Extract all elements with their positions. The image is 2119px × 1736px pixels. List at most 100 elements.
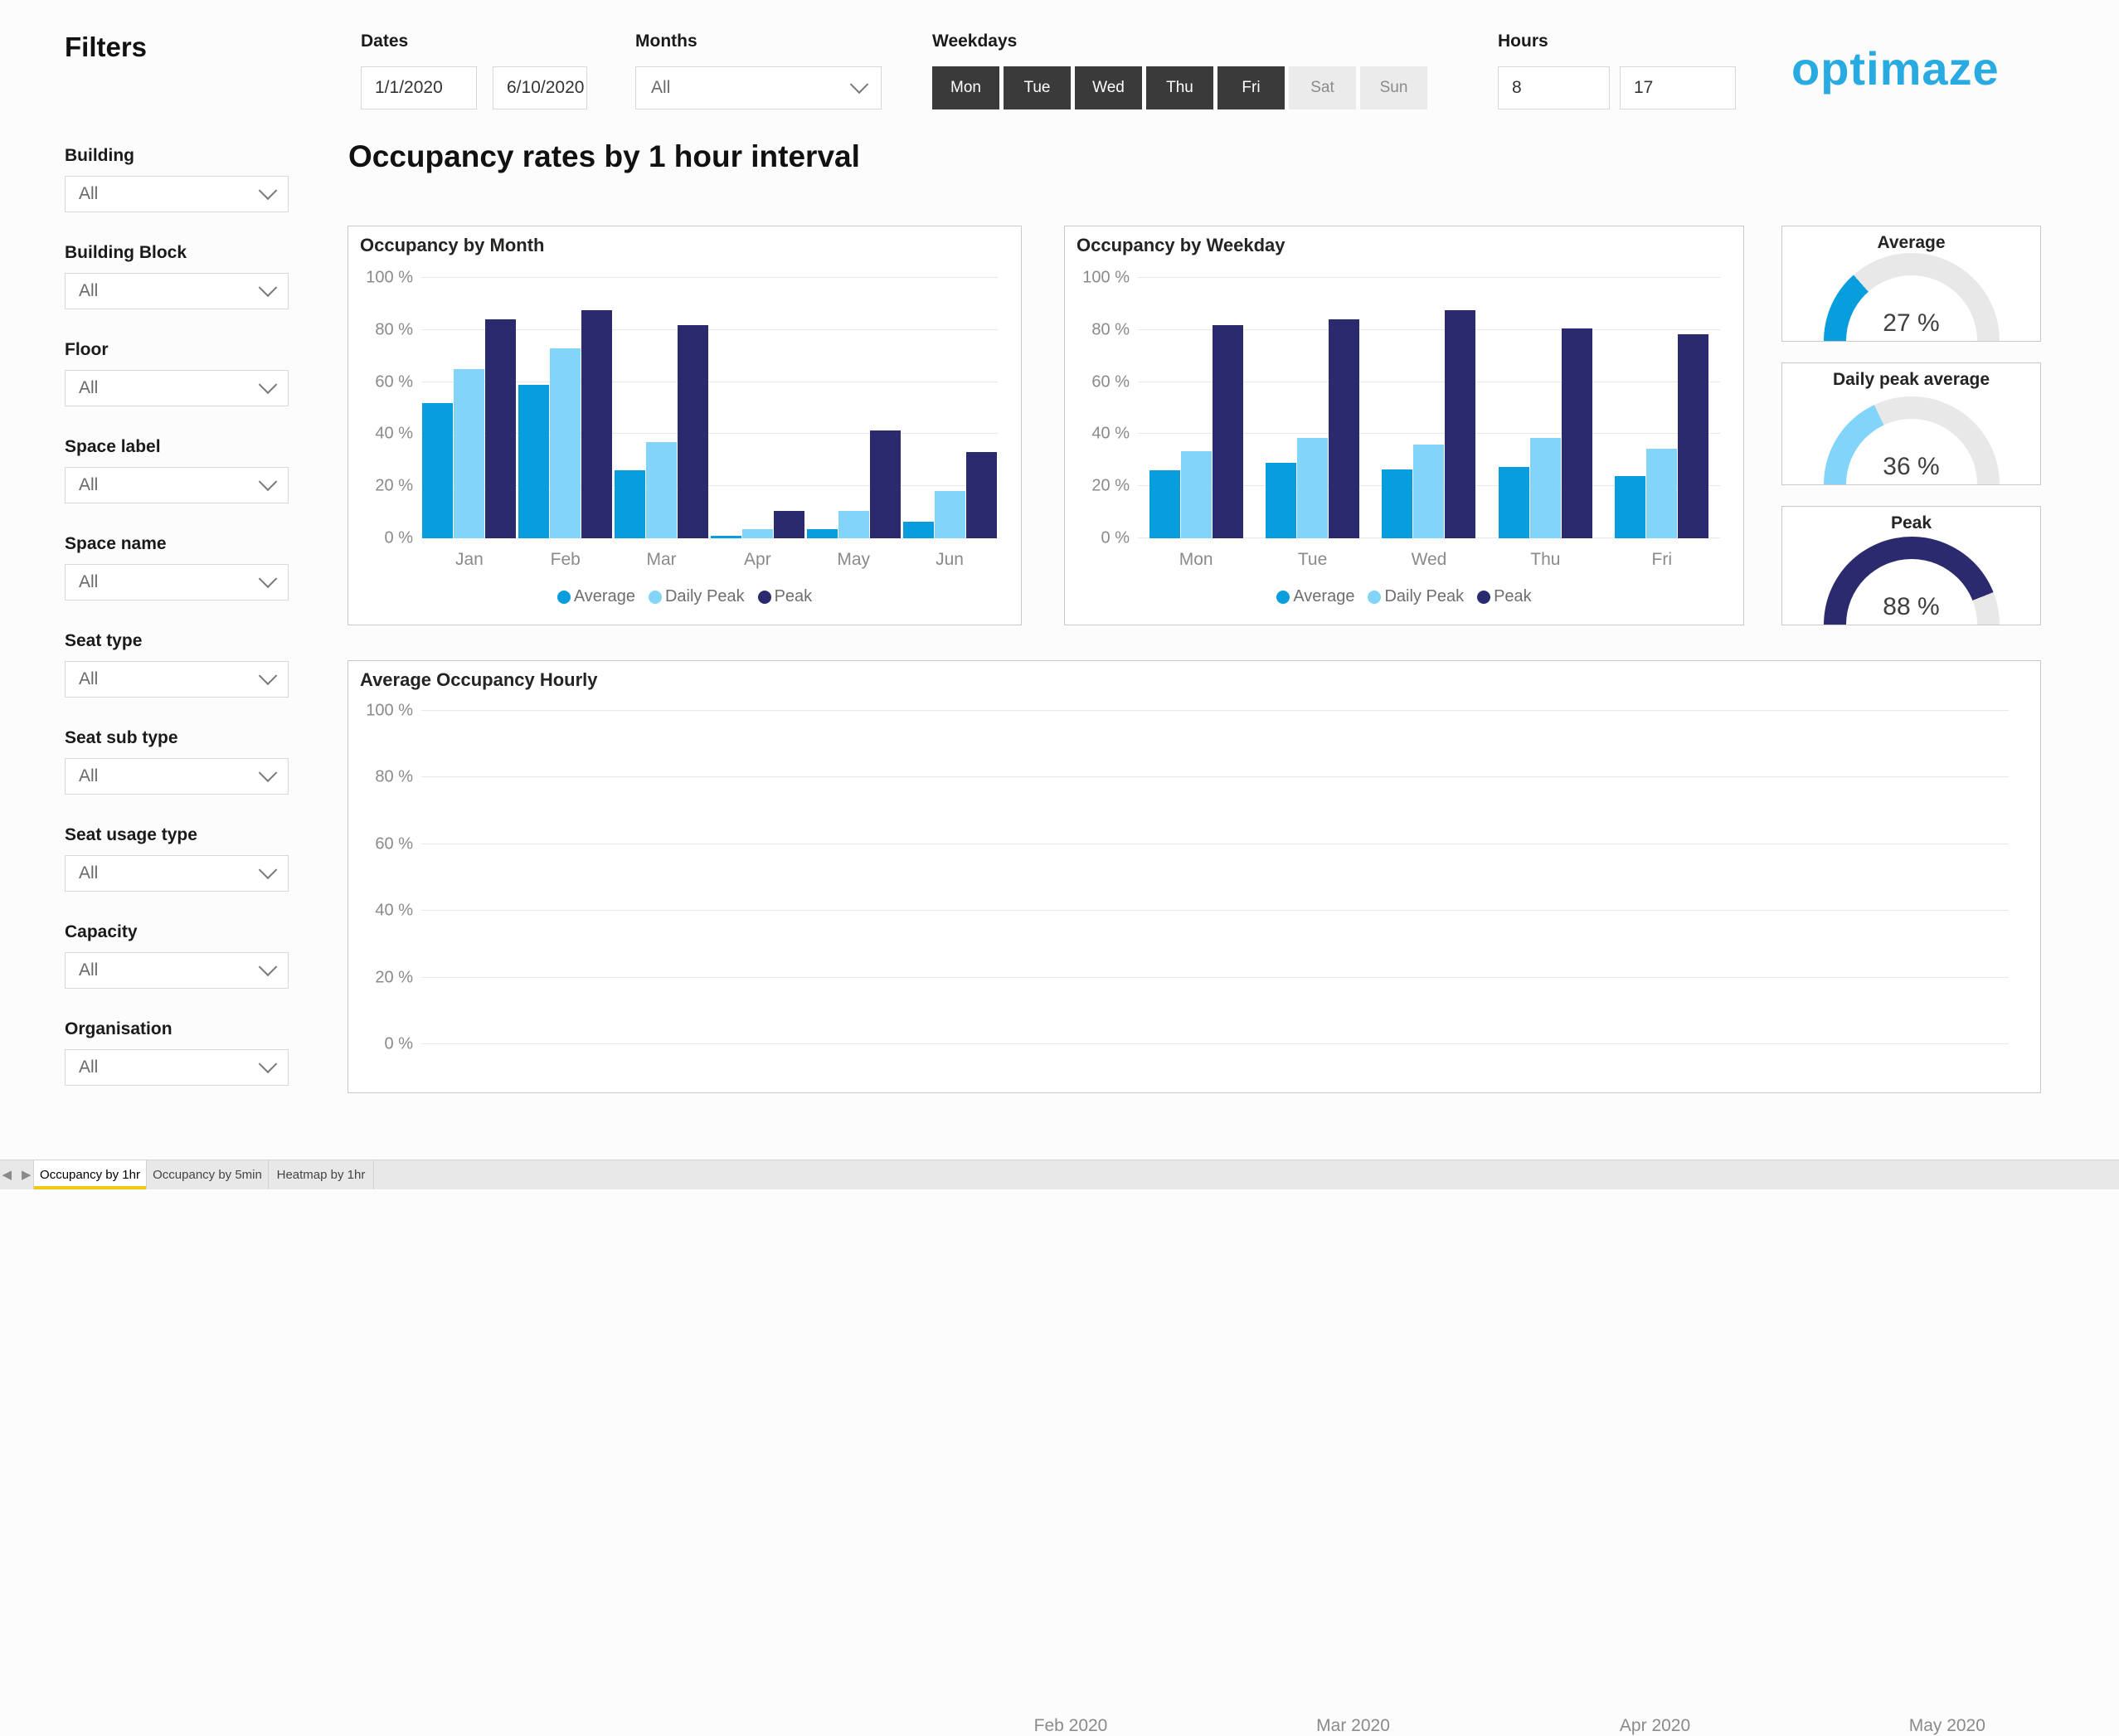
- dropdown-value: All: [79, 863, 98, 883]
- gridline-80: [421, 776, 2009, 777]
- bar-peak-feb[interactable]: [581, 310, 612, 538]
- bar-average-wed[interactable]: [1382, 469, 1412, 538]
- bar-average-thu[interactable]: [1499, 467, 1529, 538]
- bar-daily-peak-may[interactable]: [838, 511, 869, 538]
- filter-dropdown-seat-usage-type[interactable]: All: [65, 855, 289, 892]
- bar-peak-jan[interactable]: [485, 319, 516, 538]
- x-label-wed: Wed: [1383, 550, 1475, 570]
- filter-dropdown-floor[interactable]: All: [65, 370, 289, 406]
- bar-average-feb[interactable]: [518, 385, 549, 538]
- bar-peak-tue[interactable]: [1329, 319, 1359, 538]
- weekday-button-sun[interactable]: Sun: [1360, 66, 1427, 109]
- bar-peak-mon[interactable]: [1213, 325, 1243, 538]
- months-dropdown[interactable]: All: [635, 66, 882, 109]
- chart-title: Average Occupancy Hourly: [360, 669, 598, 691]
- tab-heatmap-by-1hr[interactable]: Heatmap by 1hr: [269, 1160, 374, 1189]
- bar-peak-wed[interactable]: [1445, 310, 1475, 538]
- average-occupancy-hourly-card: Average Occupancy Hourly 100 %80 %60 %40…: [347, 660, 2041, 1093]
- weekday-button-tue[interactable]: Tue: [1004, 66, 1071, 109]
- legend-item-average[interactable]: Average: [557, 587, 635, 606]
- filter-dropdown-building[interactable]: All: [65, 176, 289, 212]
- legend-dot-peak: [1477, 591, 1490, 604]
- filter-dropdown-organisation[interactable]: All: [65, 1049, 289, 1086]
- gauge-value: 88 %: [1782, 593, 2040, 621]
- y-tick-label: 40 %: [355, 425, 413, 444]
- dropdown-value: All: [79, 475, 98, 495]
- chevron-down-icon: [259, 763, 278, 782]
- chevron-down-icon: [259, 1054, 278, 1073]
- filter-dropdown-seat-sub-type[interactable]: All: [65, 758, 289, 795]
- filter-dropdown-capacity[interactable]: All: [65, 952, 289, 989]
- bar-peak-apr[interactable]: [774, 511, 804, 538]
- filter-group-space-label: Space labelAll: [65, 437, 289, 503]
- weekday-button-fri[interactable]: Fri: [1217, 66, 1285, 109]
- bar-average-jun[interactable]: [903, 522, 934, 538]
- legend-dot-daily-peak: [649, 591, 662, 604]
- bar-average-apr[interactable]: [711, 536, 741, 538]
- bar-average-mar[interactable]: [615, 470, 645, 538]
- bar-daily-peak-thu[interactable]: [1530, 438, 1561, 538]
- filter-dropdown-space-label[interactable]: All: [65, 467, 289, 503]
- hour-from-input[interactable]: 8: [1498, 66, 1610, 109]
- filter-label-capacity: Capacity: [65, 922, 289, 944]
- bar-average-mon[interactable]: [1149, 470, 1180, 538]
- bar-daily-peak-wed[interactable]: [1413, 445, 1444, 538]
- weekday-legend: Average Daily Peak Peak: [1065, 587, 1743, 606]
- bar-average-may[interactable]: [807, 529, 838, 538]
- filter-dropdown-space-name[interactable]: All: [65, 564, 289, 601]
- filter-dropdown-seat-type[interactable]: All: [65, 661, 289, 698]
- chevron-down-icon: [259, 860, 278, 879]
- bar-peak-fri[interactable]: [1678, 334, 1708, 538]
- legend-item-daily-peak[interactable]: Daily Peak: [1368, 587, 1464, 606]
- chevron-down-icon: [259, 278, 278, 297]
- filter-label-floor: Floor: [65, 340, 289, 362]
- date-to-input[interactable]: 6/10/2020: [493, 66, 587, 109]
- legend-item-daily-peak[interactable]: Daily Peak: [649, 587, 745, 606]
- tabs: Occupancy by 1hrOccupancy by 5minHeatmap…: [33, 1160, 374, 1189]
- bar-daily-peak-tue[interactable]: [1297, 438, 1328, 538]
- bar-peak-may[interactable]: [870, 430, 901, 538]
- bar-daily-peak-jun[interactable]: [935, 491, 965, 538]
- dropdown-value: All: [79, 281, 98, 301]
- filter-group-seat-sub-type: Seat sub typeAll: [65, 728, 289, 795]
- occupancy-by-weekday-card: Occupancy by Weekday 100 %80 %60 %40 %20…: [1064, 226, 1744, 625]
- filter-group-building-block: Building Block All: [65, 243, 289, 309]
- date-from-input[interactable]: 1/1/2020: [361, 66, 477, 109]
- y-tick-label: 80 %: [355, 320, 413, 339]
- legend-item-peak[interactable]: Peak: [1477, 587, 1532, 606]
- bar-group-wed: [1382, 278, 1475, 538]
- y-tick-label: 100 %: [1072, 269, 1130, 288]
- bar-average-jan[interactable]: [422, 403, 453, 538]
- page-title: Occupancy rates by 1 hour interval: [348, 139, 860, 174]
- tab-occupancy-by-5min[interactable]: Occupancy by 5min: [147, 1160, 269, 1189]
- y-tick-label: 20 %: [355, 968, 413, 987]
- filter-dropdown-building-block[interactable]: All: [65, 273, 289, 309]
- bar-daily-peak-jan[interactable]: [454, 369, 484, 538]
- tab-prev-icon[interactable]: ◀︎: [2, 1169, 12, 1181]
- bar-average-fri[interactable]: [1615, 476, 1645, 538]
- weekday-button-wed[interactable]: Wed: [1075, 66, 1142, 109]
- bar-daily-peak-apr[interactable]: [742, 529, 773, 538]
- bar-daily-peak-mar[interactable]: [646, 442, 677, 538]
- weekday-button-sat[interactable]: Sat: [1289, 66, 1356, 109]
- legend-item-average[interactable]: Average: [1276, 587, 1354, 606]
- bar-daily-peak-fri[interactable]: [1646, 449, 1677, 538]
- filter-label-building-block: Building Block: [65, 243, 289, 265]
- weekday-button-thu[interactable]: Thu: [1146, 66, 1213, 109]
- legend-item-peak[interactable]: Peak: [758, 587, 813, 606]
- y-tick-label: 80 %: [1072, 320, 1130, 339]
- bar-group-mar: [615, 278, 708, 538]
- weekday-button-mon[interactable]: Mon: [932, 66, 999, 109]
- bar-peak-thu[interactable]: [1562, 328, 1592, 538]
- filter-list: BuildingAllBuilding BlockAllFloorAllSpac…: [65, 146, 289, 1116]
- bar-average-tue[interactable]: [1266, 463, 1296, 538]
- bar-peak-jun[interactable]: [966, 452, 997, 538]
- bar-peak-mar[interactable]: [678, 325, 708, 538]
- hour-to-input[interactable]: 17: [1620, 66, 1736, 109]
- tab-next-icon[interactable]: ▶︎: [22, 1169, 32, 1181]
- bar-group-mon: [1149, 278, 1243, 538]
- bar-daily-peak-mon[interactable]: [1181, 451, 1212, 538]
- tab-occupancy-by-1hr[interactable]: Occupancy by 1hr: [33, 1160, 147, 1189]
- bar-daily-peak-feb[interactable]: [550, 348, 581, 538]
- bar-group-apr: [711, 278, 804, 538]
